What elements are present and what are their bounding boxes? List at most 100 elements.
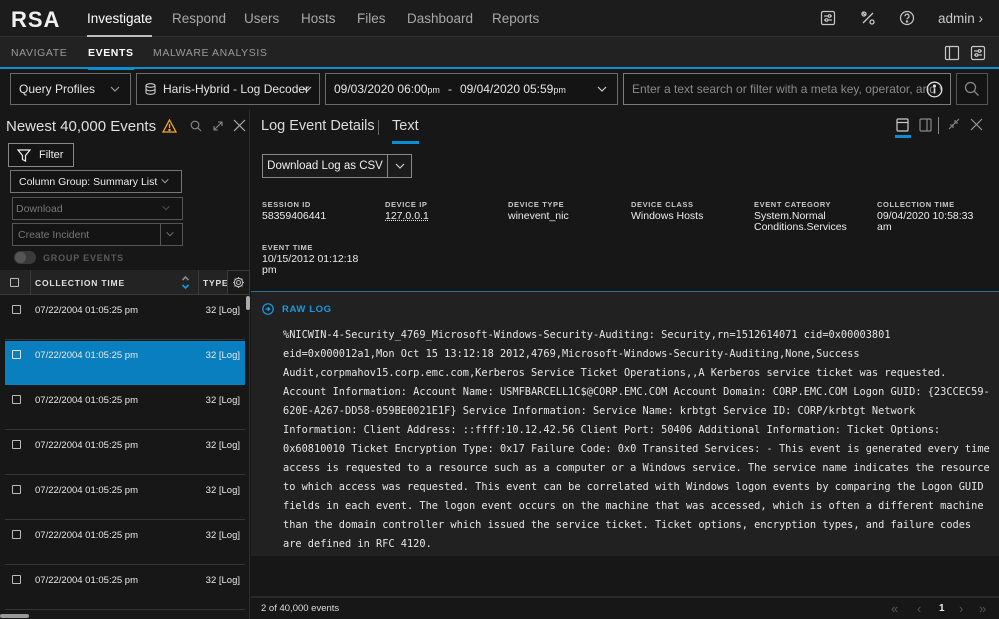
row-checkbox[interactable] [12,575,21,584]
arrow-circle-right-icon [262,303,274,315]
nav-files[interactable]: Files [357,11,386,26]
service-dropdown[interactable]: Haris-Hybrid - Log Decoder [136,73,320,105]
side-by-side-layout-icon[interactable] [919,118,933,132]
row-checkbox[interactable] [12,485,21,494]
range-end: 09/04/2020 05:59pm [460,82,566,96]
group-events-label: GROUP EVENTS [43,253,124,263]
previous-page-icon[interactable]: ‹ [917,601,921,616]
raw-log-text: %NICWIN-4-Security_4769_Microsoft-Window… [283,329,990,550]
row-checkbox[interactable] [12,350,21,359]
gear-icon [232,276,245,289]
split-divider [160,224,161,245]
row-checkbox[interactable] [12,530,21,539]
group-events-toggle[interactable] [14,251,36,264]
row-checkbox[interactable] [12,440,21,449]
last-page-icon[interactable]: » [979,601,986,616]
close-icon[interactable] [970,118,984,132]
event-row[interactable]: 07/22/2004 01:05:25 pm 32 [Log] [5,296,245,340]
meta-event-time: EVENT TIME 10/15/2012 01:12:18 pm [262,243,358,276]
nav-users[interactable]: Users [244,11,279,26]
tab-log-event-details[interactable]: Log Event Details [261,118,375,134]
icon-divider [938,117,939,134]
tab-text[interactable]: Text [392,118,419,144]
event-row[interactable]: 07/22/2004 01:05:25 pm 32 [Log] [5,521,245,565]
row-type: 32 [Log] [205,305,240,316]
next-page-icon[interactable]: › [959,601,963,616]
help-icon[interactable] [899,10,915,26]
nav-dashboard[interactable]: Dashboard [407,11,473,26]
range-end-ampm: pm [553,85,566,95]
select-all-checkbox[interactable] [10,278,19,287]
filter-button[interactable]: Filter [8,143,74,167]
download-options-dropdown[interactable] [388,155,411,177]
rsa-logo: RSA [11,7,61,32]
row-collection-time: 07/22/2004 01:05:25 pm [35,575,139,586]
search-button[interactable] [956,73,988,105]
create-incident-button[interactable]: Create Incident [12,223,183,246]
event-row[interactable]: 07/22/2004 01:05:25 pm 32 [Log] [5,386,245,430]
info-icon[interactable] [926,81,943,98]
meta-value: Windows Hosts [631,210,704,222]
row-collection-time: 07/22/2004 01:05:25 pm [35,305,139,316]
meta-device-ip: DEVICE IP 127.0.0.1 [385,200,429,222]
sort-icon[interactable] [181,275,190,290]
chevron-down-icon [596,83,608,95]
nav-reports[interactable]: Reports [492,11,539,26]
column-settings-button[interactable] [227,270,250,295]
user-menu[interactable]: admin › [938,11,983,26]
meta-value: winevent_nic [508,210,569,222]
meta-collection-time: COLLECTION TIME 09/04/2020 10:58:33 am [877,200,973,233]
settings-sliders-icon[interactable] [820,10,836,26]
row-type: 32 [Log] [205,575,240,586]
horizontal-scrollbar[interactable] [0,614,29,618]
meta-session-id: SESSION ID 58359406441 [262,200,326,222]
chevron-down-icon [165,229,177,241]
event-row[interactable]: 07/22/2004 01:05:25 pm 32 [Log] [5,431,245,475]
column-collection-time[interactable]: COLLECTION TIME [35,278,125,288]
search-icon[interactable] [190,120,202,132]
query-bar: Query Profiles Haris-Hybrid - Log Decode… [0,70,999,110]
chevron-down-icon [109,83,121,95]
tab-divider [378,120,379,135]
download-dropdown[interactable]: Download [12,197,183,220]
time-range-dropdown[interactable]: 09/03/2020 06:00pm - 09/04/2020 05:59pm [325,73,618,105]
download-log-button[interactable]: Download Log as CSV [262,154,412,178]
row-checkbox[interactable] [12,395,21,404]
tab-events[interactable]: EVENTS [88,47,134,70]
meta-value[interactable]: 127.0.0.1 [385,211,429,222]
nav-hosts[interactable]: Hosts [301,11,336,26]
nav-respond[interactable]: Respond [172,11,226,26]
database-icon [145,83,156,95]
settings-sliders-icon[interactable] [970,45,986,61]
vertical-scrollbar[interactable] [246,296,250,310]
event-row[interactable]: 07/22/2004 01:05:25 pm 32 [Log] [5,566,245,610]
collapse-icon[interactable] [948,118,962,132]
tools-icon[interactable] [860,10,876,26]
event-row[interactable]: 07/22/2004 01:05:25 pm 32 [Log] [5,341,245,385]
query-profiles-dropdown[interactable]: Query Profiles [10,73,131,105]
column-type[interactable]: TYPE [203,278,228,288]
column-group-dropdown[interactable]: Column Group: Summary List [10,170,182,193]
row-checkbox[interactable] [12,305,21,314]
tab-navigate[interactable]: NAVIGATE [11,47,67,59]
current-page: 1 [939,603,945,614]
top-bottom-layout-icon[interactable] [895,118,911,138]
nav-investigate[interactable]: Investigate [87,11,153,37]
first-page-icon[interactable]: « [891,601,898,616]
search-input[interactable]: Enter a text search or filter with a met… [623,73,951,105]
row-type: 32 [Log] [205,395,240,406]
panel-layout-icon[interactable] [944,45,960,61]
expand-icon[interactable] [212,120,224,132]
download-log-label[interactable]: Download Log as CSV [263,155,388,177]
download-label: Download [16,202,63,215]
tab-malware-analysis[interactable]: MALWARE ANALYSIS [153,47,267,59]
row-collection-time: 07/22/2004 01:05:25 pm [35,350,139,361]
close-icon[interactable] [233,119,246,132]
column-group-label: Column Group: Summary List [19,175,158,188]
sub-nav: NAVIGATE EVENTS MALWARE ANALYSIS [0,37,999,70]
column-divider [30,270,31,295]
service-label: Haris-Hybrid - Log Decoder [163,82,310,96]
warning-icon [162,119,178,133]
raw-log-header[interactable]: RAW LOG [262,303,332,315]
event-row[interactable]: 07/22/2004 01:05:25 pm 32 [Log] [5,476,245,520]
